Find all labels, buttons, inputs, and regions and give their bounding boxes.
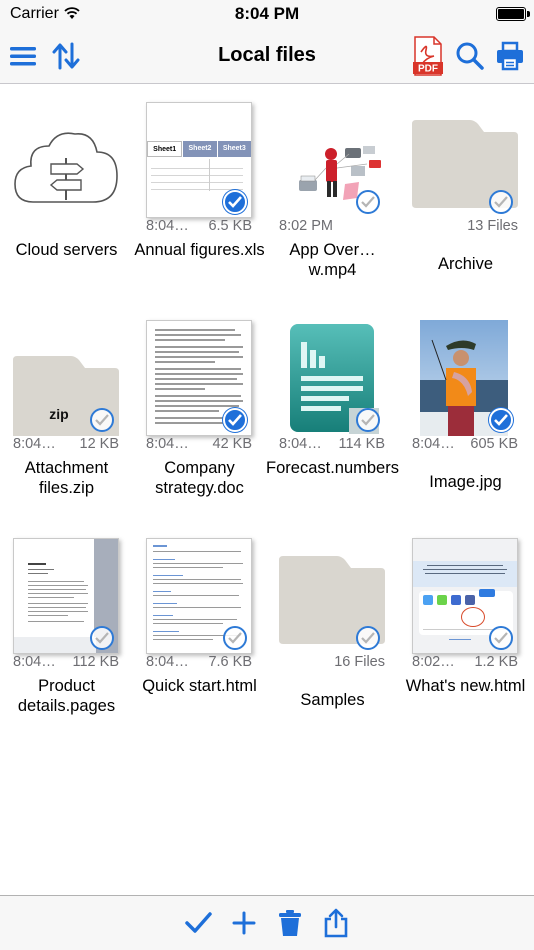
selection-checkmark[interactable] xyxy=(90,626,114,650)
file-size: 6.5 KB xyxy=(208,218,252,234)
cloud-icon xyxy=(14,132,118,203)
checkmark-icon[interactable] xyxy=(183,908,213,938)
file-item-app-overview[interactable]: 8:02 PM App Over…w.mp4 xyxy=(266,84,399,302)
file-item-cloud-servers[interactable]: Cloud servers xyxy=(0,84,133,302)
file-count: 16 Files xyxy=(334,654,385,670)
file-thumbnail xyxy=(412,538,518,654)
file-date: 8:04… xyxy=(146,654,189,670)
file-item-annual-figures[interactable]: Sheet1 Sheet2 Sheet3 8:04… 6.5 KB Annual… xyxy=(133,84,266,302)
file-name: Forecast.numbers xyxy=(266,459,399,477)
file-size: 12 KB xyxy=(79,436,120,452)
printer-icon[interactable] xyxy=(494,40,526,72)
bottom-toolbar xyxy=(0,895,534,950)
file-name: Annual figures.xls xyxy=(134,241,265,259)
file-size: 7.6 KB xyxy=(208,654,252,670)
plus-icon[interactable] xyxy=(229,908,259,938)
share-icon[interactable] xyxy=(321,908,351,938)
file-name: Cloud servers xyxy=(15,241,118,259)
file-name: Attachment files.zip xyxy=(24,459,109,497)
status-time: 8:04 PM xyxy=(234,4,300,23)
file-date: 8:04… xyxy=(412,436,455,452)
file-item-attachment-files[interactable]: zip 8:04… 12 KB Attachment files.zip xyxy=(0,302,133,520)
file-size: 42 KB xyxy=(212,436,253,452)
file-thumbnail: Sheet1 Sheet2 Sheet3 xyxy=(146,102,252,218)
file-name: Image.jpg xyxy=(429,473,502,491)
search-icon[interactable] xyxy=(454,40,486,72)
selection-checkmark[interactable] xyxy=(356,408,380,432)
file-name: Quick start.html xyxy=(142,677,257,695)
file-item-quick-start[interactable]: 8:04… 7.6 KB Quick start.html xyxy=(133,520,266,738)
navigation-bar: Local files PDF xyxy=(0,28,534,84)
pdf-label: PDF xyxy=(418,64,438,75)
file-name: Samples xyxy=(300,691,365,709)
selection-checkmark[interactable] xyxy=(489,626,513,650)
selection-checkmark[interactable] xyxy=(223,626,247,650)
selection-checkmark[interactable] xyxy=(356,626,380,650)
file-item-whats-new[interactable]: 8:02… 1.2 KB What's new.html xyxy=(399,520,532,738)
file-item-company-strategy[interactable]: 8:04… 42 KB Company strategy.doc xyxy=(133,302,266,520)
selection-checkmark[interactable] xyxy=(356,190,380,214)
file-item-image[interactable]: 8:04… 605 KB Image.jpg xyxy=(399,302,532,520)
file-date: 8:04… xyxy=(13,654,56,670)
file-size: 1.2 KB xyxy=(474,654,518,670)
file-thumbnail xyxy=(146,320,252,436)
file-thumbnail xyxy=(13,538,119,654)
file-item-samples[interactable]: 16 Files Samples xyxy=(266,520,399,738)
file-thumbnail xyxy=(146,538,252,654)
selection-checkmark[interactable] xyxy=(489,190,513,214)
file-item-product-details[interactable]: 8:04… 112 KB Product details.pages xyxy=(0,520,133,738)
file-date: 8:04… xyxy=(146,436,189,452)
selection-checkmark[interactable] xyxy=(489,408,513,432)
file-date: 8:02… xyxy=(412,654,455,670)
file-size: 114 KB xyxy=(338,436,386,452)
battery-icon xyxy=(496,7,530,21)
selection-checkmark[interactable] xyxy=(90,408,114,432)
trash-icon[interactable] xyxy=(275,908,305,938)
file-date: 8:04… xyxy=(279,436,322,452)
file-name: Company strategy.doc xyxy=(155,459,244,497)
file-date: 8:02 PM xyxy=(279,218,333,234)
pdf-icon[interactable]: PDF xyxy=(412,36,444,76)
status-bar: Carrier 8:04 PM xyxy=(0,0,534,28)
file-name: Archive xyxy=(437,255,494,273)
file-size: 112 KB xyxy=(72,654,120,670)
file-date: 8:04… xyxy=(13,436,56,452)
file-name: Product details.pages xyxy=(17,677,116,715)
file-item-forecast[interactable]: 8:04… 114 KB Forecast.numbers xyxy=(266,302,399,520)
file-name: App Over…w.mp4 xyxy=(289,241,376,279)
selection-checkmark[interactable] xyxy=(223,408,247,432)
file-name: What's new.html xyxy=(405,677,526,695)
selection-checkmark[interactable] xyxy=(223,190,247,214)
file-size: 605 KB xyxy=(470,436,518,452)
file-item-archive[interactable]: 13 Files Archive xyxy=(399,84,532,302)
file-date: 8:04… xyxy=(146,218,189,234)
file-count: 13 Files xyxy=(467,218,518,234)
